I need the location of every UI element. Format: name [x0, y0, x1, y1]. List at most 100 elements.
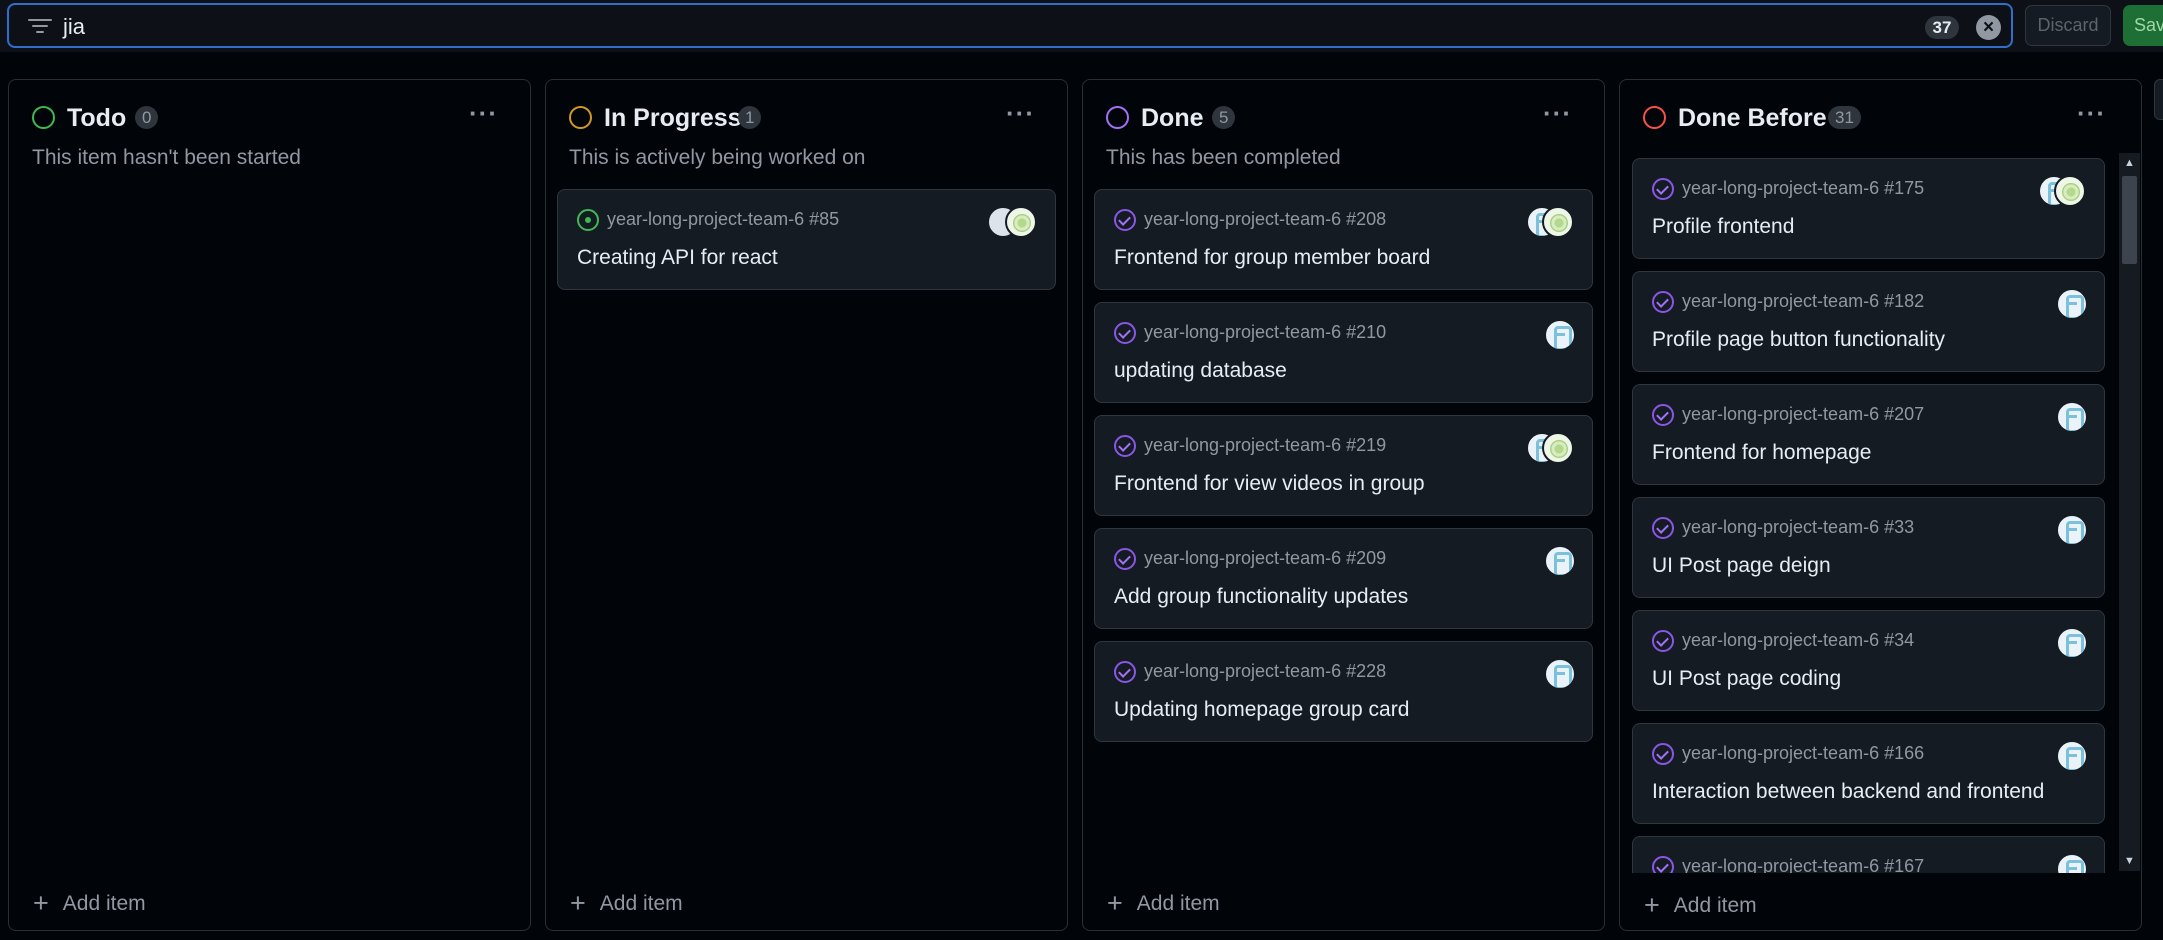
column-title: In Progress [604, 104, 742, 132]
column-title: Done Before [1678, 104, 1827, 132]
card-repo-number[interactable]: year-long-project-team-6 #175 [1682, 178, 1924, 199]
avatar[interactable] [1542, 206, 1574, 238]
column-title: Done [1141, 104, 1204, 132]
card-repo-number[interactable]: year-long-project-team-6 #166 [1682, 743, 1924, 764]
column-description: This item hasn't been started [32, 146, 301, 169]
add-item-button[interactable]: + Add item [1107, 888, 1220, 919]
card-title[interactable]: UI Post page coding [1652, 667, 1841, 691]
add-item-button[interactable]: + Add item [570, 888, 683, 919]
card-repo-number[interactable]: year-long-project-team-6 #210 [1144, 322, 1386, 343]
avatar[interactable] [1542, 432, 1574, 464]
avatar[interactable] [1005, 206, 1037, 238]
issue-card[interactable]: year-long-project-team-6 #34 UI Post pag… [1632, 610, 2105, 711]
avatar[interactable] [2056, 627, 2088, 659]
circle-status-icon [32, 106, 55, 129]
column-count: 5 [1212, 106, 1236, 129]
closed-issue-icon [1114, 435, 1136, 457]
avatar[interactable] [1544, 319, 1576, 351]
card-title[interactable]: updating database [1114, 359, 1287, 383]
filter-input[interactable]: jia 37 × [7, 3, 2013, 48]
card-repo-number[interactable]: year-long-project-team-6 #167 [1682, 856, 1924, 873]
kebab-menu-icon[interactable]: ··· [1543, 98, 1572, 129]
column-in-progress: In Progress 1 ··· This is actively being… [545, 79, 1068, 931]
add-item-button[interactable]: + Add item [1644, 890, 1757, 921]
circle-status-icon [569, 106, 592, 129]
issue-card[interactable]: year-long-project-team-6 #208 Frontend f… [1094, 189, 1593, 290]
card-title[interactable]: Frontend for homepage [1652, 441, 1871, 465]
assignee-avatars [2056, 514, 2088, 546]
card-repo-number[interactable]: year-long-project-team-6 #228 [1144, 661, 1386, 682]
card-repo-number[interactable]: year-long-project-team-6 #182 [1682, 291, 1924, 312]
card-title[interactable]: Creating API for react [577, 246, 778, 270]
card-title[interactable]: Add group functionality updates [1114, 585, 1408, 609]
x-circle-icon[interactable]: × [1976, 15, 2001, 40]
card-title[interactable]: Interaction between backend and frontend [1652, 780, 2044, 804]
avatar[interactable] [2056, 401, 2088, 433]
card-title[interactable]: Updating homepage group card [1114, 698, 1409, 722]
card-repo-number[interactable]: year-long-project-team-6 #34 [1682, 630, 1914, 651]
kebab-menu-icon[interactable]: ··· [1006, 98, 1035, 129]
issue-card[interactable]: year-long-project-team-6 #219 Frontend f… [1094, 415, 1593, 516]
circle-status-icon [1106, 106, 1129, 129]
plus-icon: + [570, 888, 586, 918]
card-title[interactable]: Frontend for group member board [1114, 246, 1430, 270]
closed-issue-icon [1652, 291, 1674, 313]
kebab-menu-icon[interactable]: ··· [469, 98, 498, 129]
issue-card[interactable]: year-long-project-team-6 #210 updating d… [1094, 302, 1593, 403]
filter-toolbar: jia 37 × Discard Save [0, 0, 2163, 52]
issue-card[interactable]: year-long-project-team-6 #166 Interactio… [1632, 723, 2105, 824]
assignee-avatars [1544, 319, 1576, 351]
done-before-card-list[interactable]: year-long-project-team-6 #175 Profile fr… [1620, 155, 2117, 873]
discard-button[interactable]: Discard [2025, 5, 2111, 46]
avatar[interactable] [1544, 658, 1576, 690]
closed-issue-icon [1652, 178, 1674, 200]
scroll-up-arrow-icon[interactable]: ▲ [2122, 157, 2137, 169]
avatar[interactable] [2054, 175, 2086, 207]
avatar[interactable] [2056, 288, 2088, 320]
issue-card[interactable]: year-long-project-team-6 #175 Profile fr… [1632, 158, 2105, 259]
issue-card[interactable]: year-long-project-team-6 #228 Updating h… [1094, 641, 1593, 742]
avatar[interactable] [2056, 853, 2088, 873]
assignee-avatars [2056, 627, 2088, 659]
save-button[interactable]: Save [2123, 5, 2163, 46]
plus-icon: + [1107, 888, 1123, 918]
issue-card[interactable]: year-long-project-team-6 #167 [1632, 836, 2105, 873]
column-title: Todo [67, 104, 127, 132]
column-description: This is actively being worked on [569, 146, 866, 169]
filter-query-text[interactable]: jia [63, 14, 85, 40]
circle-status-icon [1643, 106, 1666, 129]
add-item-button[interactable]: + Add item [33, 888, 146, 919]
card-repo-number[interactable]: year-long-project-team-6 #207 [1682, 404, 1924, 425]
column-count: 0 [135, 106, 159, 129]
assignee-avatars [2038, 175, 2088, 207]
issue-card[interactable]: year-long-project-team-6 #85 Creating AP… [557, 189, 1056, 290]
kebab-menu-icon[interactable]: ··· [2077, 98, 2106, 129]
assignee-avatars [1544, 545, 1576, 577]
card-repo-number[interactable]: year-long-project-team-6 #85 [607, 209, 839, 230]
add-column-button[interactable] [2154, 79, 2163, 120]
assignee-avatars [2056, 401, 2088, 433]
closed-issue-icon [1652, 517, 1674, 539]
issue-card[interactable]: year-long-project-team-6 #209 Add group … [1094, 528, 1593, 629]
column-count: 31 [1828, 106, 1861, 129]
card-title[interactable]: Profile page button functionality [1652, 328, 1945, 352]
card-title[interactable]: Profile frontend [1652, 215, 1794, 239]
filter-result-count: 37 [1925, 16, 1959, 39]
card-title[interactable]: UI Post page deign [1652, 554, 1831, 578]
avatar[interactable] [2056, 514, 2088, 546]
card-repo-number[interactable]: year-long-project-team-6 #33 [1682, 517, 1914, 538]
issue-card[interactable]: year-long-project-team-6 #33 UI Post pag… [1632, 497, 2105, 598]
issue-card[interactable]: year-long-project-team-6 #207 Frontend f… [1632, 384, 2105, 485]
closed-issue-icon [1114, 209, 1136, 231]
scrollbar-thumb[interactable] [2122, 176, 2137, 264]
column-description: This has been completed [1106, 146, 1341, 169]
issue-card[interactable]: year-long-project-team-6 #182 Profile pa… [1632, 271, 2105, 372]
scroll-down-arrow-icon[interactable]: ▼ [2122, 855, 2137, 867]
avatar[interactable] [1544, 545, 1576, 577]
card-repo-number[interactable]: year-long-project-team-6 #219 [1144, 435, 1386, 456]
card-repo-number[interactable]: year-long-project-team-6 #208 [1144, 209, 1386, 230]
avatar[interactable] [2056, 740, 2088, 772]
card-repo-number[interactable]: year-long-project-team-6 #209 [1144, 548, 1386, 569]
card-title[interactable]: Frontend for view videos in group [1114, 472, 1425, 496]
assignee-avatars [1526, 206, 1576, 238]
